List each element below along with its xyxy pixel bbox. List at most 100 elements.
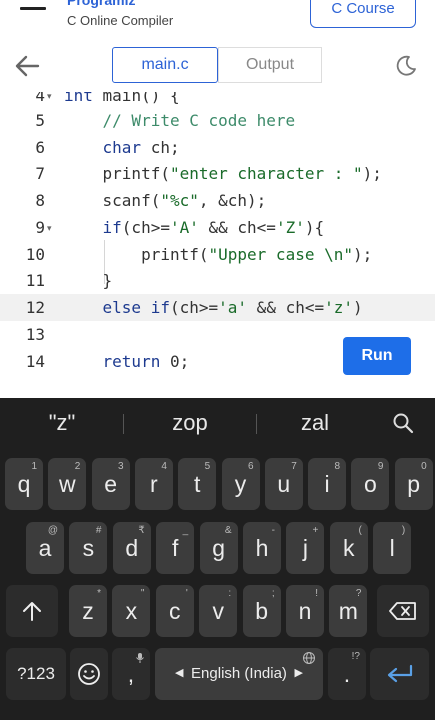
- globe-icon: [303, 652, 315, 664]
- fold-toggle-icon[interactable]: ▾: [47, 92, 52, 102]
- code-line[interactable]: 8 scanf("%c", &ch);: [0, 187, 435, 214]
- key-label: l: [389, 535, 395, 561]
- key-label: f: [171, 535, 179, 561]
- key-i[interactable]: 8i: [308, 458, 347, 510]
- key-n[interactable]: ! n: [286, 585, 324, 637]
- suggestion-item[interactable]: zal: [275, 410, 355, 436]
- key-d[interactable]: ₹ d: [112, 522, 151, 574]
- key-c[interactable]: ' c: [155, 585, 194, 637]
- tab-output[interactable]: Output: [218, 47, 322, 83]
- code-line[interactable]: 5 // Write C code here: [0, 107, 435, 134]
- run-button[interactable]: Run: [343, 337, 411, 375]
- shift-key[interactable]: [6, 585, 58, 637]
- symbols-key-label: ?123: [17, 664, 55, 683]
- key-p[interactable]: 0p: [394, 458, 433, 510]
- key-label: k: [343, 535, 355, 561]
- key-label: w: [58, 471, 76, 497]
- code-text: scanf("%c", &ch);: [64, 191, 267, 210]
- key-label: x: [125, 598, 138, 624]
- key-label: h: [255, 535, 269, 561]
- key-label: j: [302, 535, 308, 561]
- line-number: 11: [25, 271, 45, 290]
- back-arrow-icon[interactable]: [14, 54, 40, 78]
- key-m[interactable]: ? m: [329, 585, 368, 637]
- key-label: g: [212, 535, 225, 561]
- line-number: 7: [35, 164, 45, 183]
- symbols-key[interactable]: ?123: [6, 648, 66, 700]
- suggestion-divider: [123, 414, 124, 434]
- code-line[interactable]: 11 }: [0, 267, 435, 294]
- chevron-right-icon: ▶: [294, 667, 303, 679]
- line-number: 4: [35, 92, 45, 105]
- menu-icon[interactable]: [20, 0, 46, 18]
- microphone-icon: [136, 653, 144, 663]
- search-icon[interactable]: [392, 412, 414, 434]
- suggestion-divider: [256, 414, 257, 434]
- c-course-button[interactable]: C Course: [310, 0, 416, 28]
- enter-key[interactable]: [370, 648, 429, 700]
- backspace-key[interactable]: [377, 585, 429, 637]
- key-g[interactable]: & g: [199, 522, 238, 574]
- key-r[interactable]: 4r: [134, 458, 173, 510]
- key-q[interactable]: 1q: [5, 458, 43, 510]
- key-u[interactable]: 7u: [264, 458, 303, 510]
- suggestion-item[interactable]: zop: [150, 410, 230, 436]
- key-label: q: [17, 471, 31, 497]
- key-k[interactable]: (k: [329, 522, 368, 574]
- key-l[interactable]: ) l: [373, 522, 412, 574]
- key-label: n: [298, 598, 312, 624]
- key-label: i: [324, 471, 330, 497]
- key-label: b: [255, 598, 268, 624]
- key-s[interactable]: # s: [69, 522, 108, 574]
- key-b[interactable]: ; b: [242, 585, 281, 637]
- key-e[interactable]: 3e: [91, 458, 130, 510]
- code-line[interactable]: 10 printf("Upper case \n");: [0, 241, 435, 268]
- code-text: else if(ch>='a' && ch<='z'): [102, 298, 363, 317]
- key-t[interactable]: 5t: [178, 458, 217, 510]
- period-key[interactable]: . !?: [328, 648, 366, 700]
- key-label: e: [104, 471, 117, 497]
- key-a[interactable]: @ a: [26, 522, 64, 574]
- key-label: o: [363, 471, 377, 497]
- line-number: 8: [35, 191, 45, 210]
- key-x[interactable]: " x: [112, 585, 151, 637]
- key-h[interactable]: -h: [243, 522, 281, 574]
- key-v[interactable]: :v: [199, 585, 238, 637]
- suggestion-item[interactable]: "z": [30, 410, 94, 436]
- period-key-hint: !?: [351, 651, 360, 662]
- line-number: 14: [25, 352, 45, 371]
- key-label: a: [38, 535, 52, 561]
- key-f[interactable]: _ f: [156, 522, 195, 574]
- key-j[interactable]: + j: [286, 522, 325, 574]
- line-number: 13: [25, 325, 45, 344]
- line-number: 9: [35, 218, 45, 237]
- key-label: m: [338, 598, 358, 624]
- key-label: c: [169, 598, 181, 624]
- backspace-icon: [389, 602, 416, 620]
- code-line[interactable]: 9 ▾ if(ch>='A' && ch<='Z'){: [0, 214, 435, 241]
- code-line[interactable]: 12 else if(ch>='a' && ch<='z'): [0, 294, 435, 321]
- space-key[interactable]: ◀ English (India) ▶: [155, 648, 323, 700]
- key-label: t: [193, 471, 201, 497]
- code-line[interactable]: 6 char ch;: [0, 134, 435, 161]
- key-label: p: [407, 471, 421, 497]
- page-subtitle: C Online Compiler: [67, 13, 174, 28]
- key-w[interactable]: 2w: [48, 458, 87, 510]
- period-key-label: .: [343, 661, 351, 687]
- fold-toggle-icon[interactable]: ▾: [47, 223, 52, 234]
- key-z[interactable]: * z: [69, 585, 107, 637]
- key-o[interactable]: 9o: [351, 458, 390, 510]
- line-number: 10: [25, 245, 45, 264]
- key-y[interactable]: 6y: [221, 458, 260, 510]
- dark-mode-icon[interactable]: [394, 54, 418, 78]
- key-label: u: [277, 471, 291, 497]
- code-text: // Write C code here: [64, 111, 296, 130]
- comma-key-label: ,: [127, 661, 135, 687]
- emoji-key[interactable]: [70, 648, 108, 700]
- tab-main-c[interactable]: main.c: [112, 47, 218, 83]
- key-label: y: [234, 471, 247, 497]
- code-line[interactable]: 7 printf("enter character : ");: [0, 160, 435, 187]
- code-text: printf("enter character : ");: [64, 164, 382, 183]
- comma-key[interactable]: ,: [112, 648, 150, 700]
- code-text: if(ch>='A' && ch<='Z'){: [102, 218, 325, 237]
